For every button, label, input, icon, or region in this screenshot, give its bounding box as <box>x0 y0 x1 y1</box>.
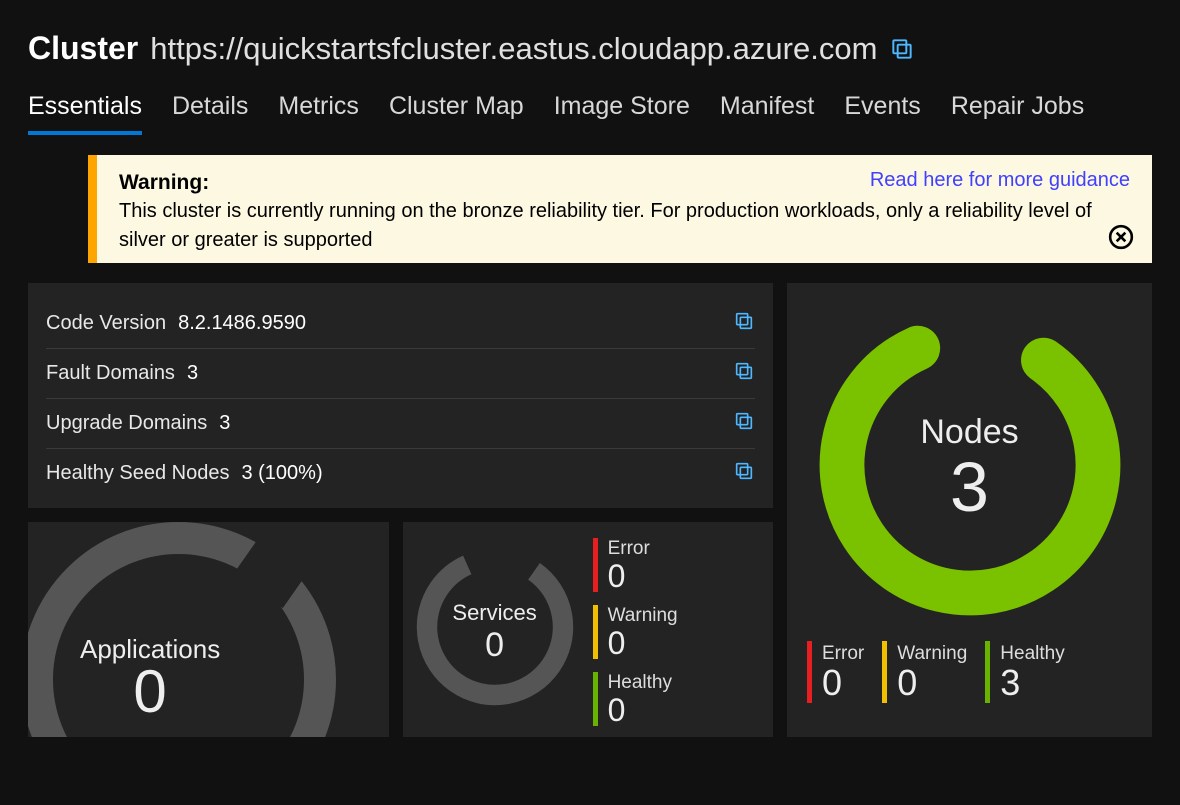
status-item: Warning0 <box>882 641 967 703</box>
tab-events[interactable]: Events <box>844 92 920 135</box>
stat-row: Healthy Seed Nodes 3 (100%) <box>46 449 755 498</box>
stat-value: 3 <box>187 362 198 385</box>
status-color-bar <box>807 641 812 703</box>
stat-label: Code Version <box>46 312 166 335</box>
nodes-label: Nodes <box>810 413 1130 452</box>
applications-card: Applications 0 <box>28 522 389 737</box>
tab-cluster-map[interactable]: Cluster Map <box>389 92 524 135</box>
services-count: 0 <box>450 626 540 665</box>
cluster-stats-panel: Code Version8.2.1486.9590Fault Domains3U… <box>28 283 773 508</box>
nodes-card: Nodes 3 Error0Warning0Healthy3 <box>787 283 1152 737</box>
status-label: Warning <box>608 605 678 627</box>
status-value: 0 <box>897 665 967 701</box>
services-status-list: Error0Warning0Healthy0 <box>589 534 678 726</box>
stat-label: Upgrade Domains <box>46 412 207 435</box>
copy-icon[interactable] <box>733 460 755 487</box>
status-value: 0 <box>608 560 650 592</box>
stat-value: 8.2.1486.9590 <box>178 312 306 335</box>
copy-icon[interactable] <box>733 360 755 387</box>
tab-details[interactable]: Details <box>172 92 248 135</box>
status-color-bar <box>593 605 598 659</box>
stat-row: Code Version 8.2.1486.9590 <box>46 299 755 349</box>
close-icon[interactable] <box>1108 224 1134 255</box>
tab-bar: Essentials Details Metrics Cluster Map Image… <box>0 67 1180 135</box>
status-value: 0 <box>608 627 678 659</box>
tab-manifest[interactable]: Manifest <box>720 92 814 135</box>
status-item: Warning0 <box>593 605 678 659</box>
nodes-count: 3 <box>810 452 1130 522</box>
applications-count: 0 <box>80 665 220 719</box>
status-value: 0 <box>608 694 672 726</box>
tab-image-store[interactable]: Image Store <box>554 92 690 135</box>
status-item: Error0 <box>807 641 864 703</box>
copy-icon[interactable] <box>733 310 755 337</box>
status-color-bar <box>882 641 887 703</box>
warning-banner: Warning: Read here for more guidance Thi… <box>88 155 1152 263</box>
stat-row: Upgrade Domains 3 <box>46 399 755 449</box>
warning-guidance-link[interactable]: Read here for more guidance <box>870 169 1130 192</box>
status-color-bar <box>593 538 598 592</box>
services-label: Services <box>450 600 540 626</box>
stat-row: Fault Domains 3 <box>46 349 755 399</box>
status-color-bar <box>593 672 598 726</box>
status-label: Healthy <box>608 672 672 694</box>
status-value: 0 <box>822 665 864 701</box>
page-title: Cluster <box>28 30 138 67</box>
status-item: Healthy0 <box>593 672 678 726</box>
tab-essentials[interactable]: Essentials <box>28 92 142 135</box>
stat-label: Healthy Seed Nodes <box>46 462 229 485</box>
services-card: Services 0 Error0Warning0Healthy0 <box>403 522 773 737</box>
stat-value: 3 (100%) <box>241 462 322 485</box>
tab-metrics[interactable]: Metrics <box>278 92 359 135</box>
cluster-url: https://quickstartsfcluster.eastus.cloud… <box>150 31 877 67</box>
tab-repair-jobs[interactable]: Repair Jobs <box>951 92 1084 135</box>
stat-value: 3 <box>219 412 230 435</box>
status-label: Error <box>608 538 650 560</box>
copy-icon[interactable] <box>733 410 755 437</box>
warning-body: This cluster is currently running on the… <box>119 197 1130 255</box>
stat-label: Fault Domains <box>46 362 175 385</box>
status-item: Error0 <box>593 538 678 592</box>
copy-url-icon[interactable] <box>889 36 915 62</box>
warning-title: Warning: <box>119 171 209 194</box>
